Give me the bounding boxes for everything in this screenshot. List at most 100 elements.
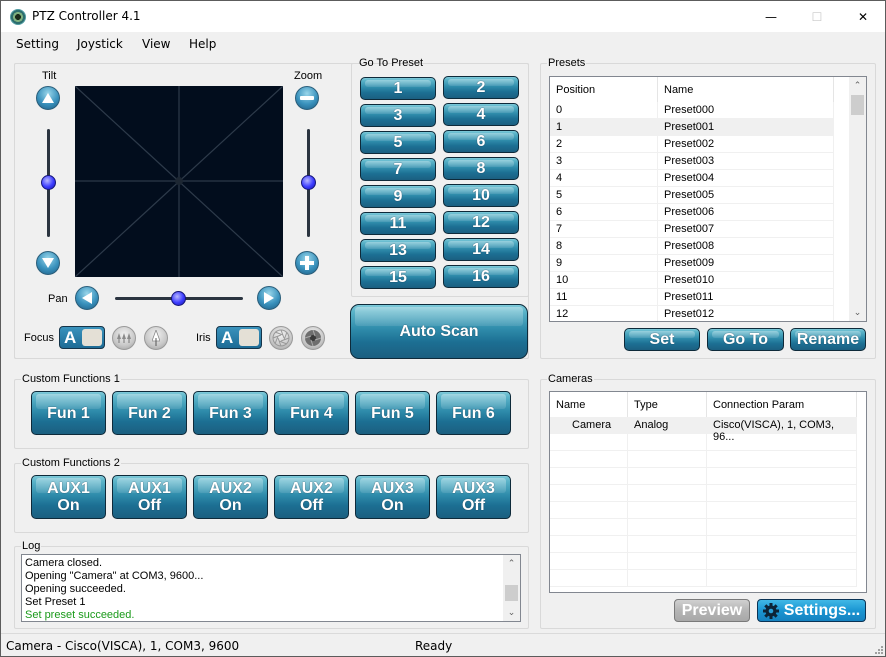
- fun-5-button[interactable]: Fun 5: [355, 391, 430, 435]
- log-textbox[interactable]: Camera closed. Opening "Camera" at COM3, …: [21, 554, 521, 622]
- cameras-list-header: Name Type Connection Param: [550, 392, 857, 417]
- column-position[interactable]: Position: [550, 77, 658, 102]
- column-connection-param[interactable]: Connection Param: [707, 392, 857, 417]
- presets-scroll-thumb[interactable]: [851, 95, 864, 115]
- goto-preset-11-button[interactable]: 11: [360, 212, 436, 235]
- menu-help[interactable]: Help: [189, 37, 216, 51]
- camera-settings-button[interactable]: Settings...: [757, 599, 866, 622]
- menu-setting[interactable]: Setting: [16, 37, 59, 51]
- fun-6-button[interactable]: Fun 6: [436, 391, 511, 435]
- auto-scan-button[interactable]: Auto Scan: [350, 304, 528, 359]
- preview-button[interactable]: Preview: [674, 599, 750, 622]
- tilt-slider-knob[interactable]: [41, 175, 56, 190]
- aux-aux3-off-button[interactable]: AUX3 Off: [436, 475, 511, 519]
- goto-preset-1-button[interactable]: 1: [360, 77, 436, 100]
- presets-list[interactable]: Position Name 0 Preset000 1 Preset001 2 Prese…: [549, 76, 867, 322]
- goto-preset-15-button[interactable]: 15: [360, 266, 436, 289]
- resize-grip-icon[interactable]: [873, 644, 883, 654]
- goto-preset-13-button[interactable]: 13: [360, 239, 436, 262]
- goto-preset-5-button[interactable]: 5: [360, 131, 436, 154]
- iris-auto-toggle[interactable]: A: [216, 326, 262, 349]
- log-scroll-thumb[interactable]: [505, 585, 518, 601]
- minimize-button[interactable]: —: [748, 1, 794, 32]
- goto-preset-button[interactable]: Go To: [707, 328, 784, 351]
- joystick-pad[interactable]: [74, 85, 284, 278]
- window-title: PTZ Controller 4.1: [32, 9, 141, 23]
- set-preset-button[interactable]: Set: [624, 328, 700, 351]
- iris-close-button[interactable]: [301, 326, 325, 350]
- preset-row[interactable]: 7 Preset007: [550, 221, 834, 238]
- goto-preset-9-button[interactable]: 9: [360, 185, 436, 208]
- preset-row[interactable]: 2 Preset002: [550, 136, 834, 153]
- zoom-slider-knob[interactable]: [301, 175, 316, 190]
- focus-far-button[interactable]: [112, 326, 136, 350]
- fun-2-button[interactable]: Fun 2: [112, 391, 187, 435]
- preset-row[interactable]: 11 Preset011: [550, 289, 834, 306]
- preset-name: Preset008: [658, 238, 834, 255]
- log-scroll-up-icon[interactable]: ⌃: [503, 555, 520, 572]
- goto-preset-14-button[interactable]: 14: [443, 238, 519, 261]
- preset-row[interactable]: 10 Preset010: [550, 272, 834, 289]
- scroll-up-icon[interactable]: ⌃: [849, 77, 866, 94]
- log-scrollbar[interactable]: ⌃ ⌄: [503, 555, 520, 621]
- preset-row[interactable]: 8 Preset008: [550, 238, 834, 255]
- aux-aux3-on-button[interactable]: AUX3 On: [355, 475, 430, 519]
- pan-left-button[interactable]: [75, 286, 99, 310]
- zoom-in-button[interactable]: [295, 251, 319, 275]
- iris-open-button[interactable]: [269, 326, 293, 350]
- focus-auto-toggle[interactable]: A: [59, 326, 105, 349]
- aux-aux1-off-button[interactable]: AUX1 Off: [112, 475, 187, 519]
- camera-cell: [550, 553, 628, 570]
- aux-state-label: On: [381, 497, 404, 514]
- triangle-left-icon: [82, 292, 92, 304]
- preset-row[interactable]: 3 Preset003: [550, 153, 834, 170]
- goto-preset-10-button[interactable]: 10: [443, 184, 519, 207]
- camera-cell: [707, 519, 857, 536]
- aux-aux2-on-button[interactable]: AUX2 On: [193, 475, 268, 519]
- presets-scrollbar[interactable]: ⌃ ⌄: [849, 77, 866, 321]
- close-button[interactable]: ✕: [840, 1, 886, 32]
- log-scroll-down-icon[interactable]: ⌄: [503, 604, 520, 621]
- fun-4-button[interactable]: Fun 4: [274, 391, 349, 435]
- menu-view[interactable]: View: [142, 37, 170, 51]
- goto-preset-12-button[interactable]: 12: [443, 211, 519, 234]
- column-camera-name[interactable]: Name: [550, 392, 628, 417]
- goto-preset-16-button[interactable]: 16: [443, 265, 519, 288]
- pan-right-button[interactable]: [257, 286, 281, 310]
- goto-preset-2-button[interactable]: 2: [443, 76, 519, 99]
- goto-preset-7-button[interactable]: 7: [360, 158, 436, 181]
- rename-preset-button[interactable]: Rename: [790, 328, 866, 351]
- preset-row[interactable]: 4 Preset004: [550, 170, 834, 187]
- tilt-down-button[interactable]: [36, 251, 60, 275]
- menu-joystick[interactable]: Joystick: [77, 37, 123, 51]
- preset-row[interactable]: 6 Preset006: [550, 204, 834, 221]
- zoom-out-button[interactable]: [295, 86, 319, 110]
- cameras-list[interactable]: Name Type Connection Param Camera Analog C…: [549, 391, 867, 593]
- focus-near-button[interactable]: [144, 326, 168, 350]
- column-type[interactable]: Type: [628, 392, 707, 417]
- preset-row[interactable]: 0 Preset000: [550, 102, 834, 119]
- tilt-up-button[interactable]: [36, 86, 60, 110]
- camera-cell: [628, 451, 707, 468]
- maximize-button[interactable]: ☐: [794, 1, 840, 32]
- column-name[interactable]: Name: [658, 77, 834, 102]
- preset-row[interactable]: 5 Preset005: [550, 187, 834, 204]
- empty-row: [550, 519, 857, 536]
- preset-row[interactable]: 12 Preset012: [550, 306, 834, 321]
- scroll-down-icon[interactable]: ⌄: [849, 304, 866, 321]
- preset-number-label: 9: [393, 188, 403, 205]
- goto-preset-4-button[interactable]: 4: [443, 103, 519, 126]
- aux-aux2-off-button[interactable]: AUX2 Off: [274, 475, 349, 519]
- aux-aux1-on-button[interactable]: AUX1 On: [31, 475, 106, 519]
- preset-row[interactable]: 1 Preset001: [550, 119, 834, 136]
- fun-1-button[interactable]: Fun 1: [31, 391, 106, 435]
- pan-slider-knob[interactable]: [171, 291, 186, 306]
- preset-number-label: 10: [472, 187, 490, 204]
- goto-preset-6-button[interactable]: 6: [443, 130, 519, 153]
- camera-row[interactable]: Camera Analog Cisco(VISCA), 1, COM3, 96...: [550, 417, 857, 443]
- joystick-center[interactable]: [175, 177, 183, 185]
- goto-preset-8-button[interactable]: 8: [443, 157, 519, 180]
- goto-preset-3-button[interactable]: 3: [360, 104, 436, 127]
- fun-3-button[interactable]: Fun 3: [193, 391, 268, 435]
- preset-row[interactable]: 9 Preset009: [550, 255, 834, 272]
